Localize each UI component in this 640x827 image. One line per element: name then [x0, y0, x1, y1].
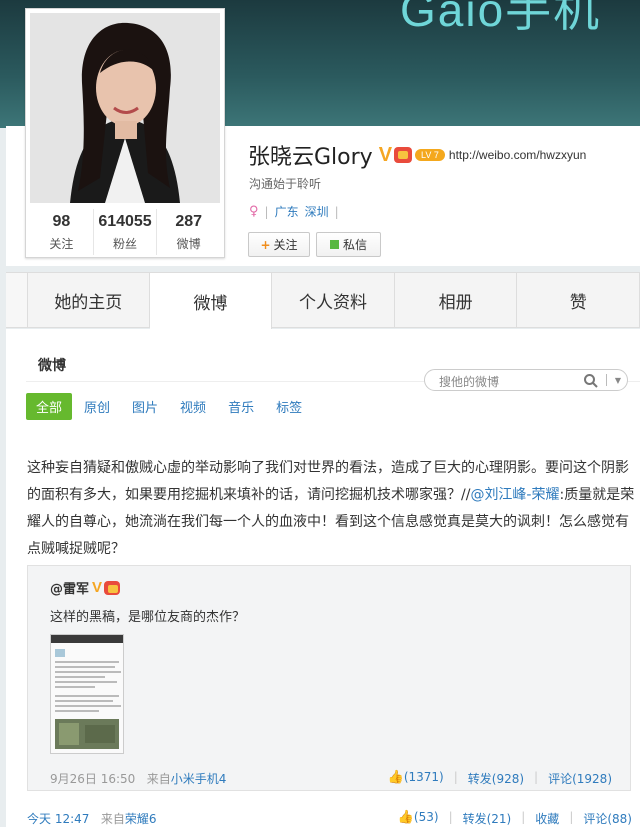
- filter-tags[interactable]: 标签: [266, 393, 312, 420]
- repost-author-row: @雷军 V: [50, 578, 121, 597]
- avatar[interactable]: [30, 13, 220, 203]
- profile-location: ♀ | 广东 深圳 |: [249, 203, 339, 220]
- profile-stats: 98 关注 614055 粉丝 287 微博: [30, 209, 220, 255]
- post-search-input[interactable]: 搜他的微博 ▼: [424, 369, 628, 391]
- thumbs-up-icon: 👍: [397, 810, 414, 825]
- repost-text: 这样的黑稿，是哪位友商的杰作？: [50, 610, 246, 625]
- post-actions: 👍(53) | 转发(21) | 收藏 | 评论(88): [398, 810, 632, 827]
- filter-original[interactable]: 原创: [74, 393, 120, 420]
- feed-section-title: 微博: [38, 358, 66, 374]
- location-province-link[interactable]: 广东: [275, 203, 299, 220]
- post-timestamp[interactable]: 今天 12:47: [27, 812, 89, 826]
- tab-albums[interactable]: 相册: [394, 273, 518, 327]
- profile-tabs: 她的主页 微博 个人资料 相册 赞: [6, 272, 640, 330]
- stat-followers[interactable]: 614055 粉丝: [94, 209, 158, 255]
- divider: |: [521, 810, 526, 824]
- repost-forward-button[interactable]: 转发(928): [468, 770, 524, 787]
- tab-likes[interactable]: 赞: [517, 273, 640, 327]
- divider: |: [534, 770, 539, 784]
- repost-like-button[interactable]: 👍(1371): [388, 770, 444, 787]
- banner-logo: Gaio手机: [400, 0, 602, 36]
- level-badge[interactable]: LV 7: [415, 149, 445, 161]
- stat-following[interactable]: 98 关注: [30, 209, 94, 255]
- tab-profile-info[interactable]: 个人资料: [272, 273, 395, 327]
- repost-author-link[interactable]: @雷军: [50, 578, 89, 597]
- member-icon[interactable]: [394, 147, 413, 163]
- feed-panel: 微博 搜他的微博 ▼ 全部 原创 图片 视频 音乐 标签 这种妄自猜疑和傲贼心虚…: [6, 329, 640, 827]
- divider: |: [569, 810, 574, 824]
- repost-source-link[interactable]: 小米手机4: [171, 772, 227, 786]
- divider: |: [264, 204, 269, 219]
- location-city-link[interactable]: 深圳: [305, 203, 329, 220]
- post-meta: 今天 12:47 来自荣耀6: [27, 812, 157, 826]
- divider: |: [453, 770, 458, 784]
- post-source-link[interactable]: 荣耀6: [125, 812, 157, 826]
- post-like-button[interactable]: 👍(53): [398, 810, 439, 827]
- message-button[interactable]: 私信: [316, 232, 381, 257]
- repost-actions: 👍(1371) | 转发(928) | 评论(1928): [388, 770, 612, 787]
- filter-video[interactable]: 视频: [170, 393, 216, 420]
- avatar-card: 98 关注 614055 粉丝 287 微博: [25, 8, 225, 258]
- post-text: 这种妄自猜疑和傲贼心虚的举动影响了我们对世界的看法，造成了巨大的心理阴影。要问这…: [27, 460, 635, 557]
- repost-comment-button[interactable]: 评论(1928): [548, 770, 612, 787]
- reposted-weibo: @雷军 V 这样的黑稿，是哪位友商的杰作？ 9月26日 16:50 来自小米手机…: [27, 565, 631, 791]
- filter-music[interactable]: 音乐: [218, 393, 264, 420]
- search-icon[interactable]: [583, 373, 599, 393]
- post-forward-button[interactable]: 转发(21): [463, 810, 512, 827]
- member-icon[interactable]: [104, 580, 121, 595]
- thumbs-up-icon: 👍: [387, 770, 404, 785]
- stat-posts[interactable]: 287 微博: [157, 209, 220, 255]
- profile-bio: 沟通始于聆听: [249, 177, 322, 191]
- profile-name: 张晓云Glory: [248, 145, 373, 170]
- message-icon: [329, 240, 339, 249]
- tab-home[interactable]: 她的主页: [27, 273, 150, 327]
- post-comment-button[interactable]: 评论(88): [583, 810, 632, 827]
- repost-meta: 9月26日 16:50 来自小米手机4: [50, 772, 227, 786]
- verified-icon[interactable]: V: [379, 144, 392, 167]
- profile-name-row: 张晓云Glory V LV 7 http://weibo.com/hwzxyun: [248, 139, 586, 171]
- repost-timestamp[interactable]: 9月26日 16:50: [50, 772, 135, 786]
- verified-icon[interactable]: V: [92, 579, 102, 596]
- divider: [606, 374, 607, 386]
- feed-filters: 全部 原创 图片 视频 音乐 标签: [26, 393, 314, 420]
- tab-weibo[interactable]: 微博: [149, 273, 273, 330]
- divider: |: [334, 204, 339, 219]
- plus-icon: +: [260, 237, 271, 252]
- filter-images[interactable]: 图片: [122, 393, 168, 420]
- divider: |: [448, 810, 453, 824]
- profile-url-link[interactable]: http://weibo.com/hwzxyun: [449, 148, 586, 162]
- repost-image-thumbnail[interactable]: [50, 634, 124, 754]
- mention-link[interactable]: @刘江峰-荣耀: [470, 487, 559, 503]
- post-favorite-button[interactable]: 收藏: [535, 810, 559, 827]
- chevron-down-icon[interactable]: ▼: [615, 376, 621, 385]
- filter-all[interactable]: 全部: [26, 393, 73, 420]
- follow-button[interactable]: + 关注: [248, 232, 310, 257]
- female-icon: ♀: [249, 204, 259, 219]
